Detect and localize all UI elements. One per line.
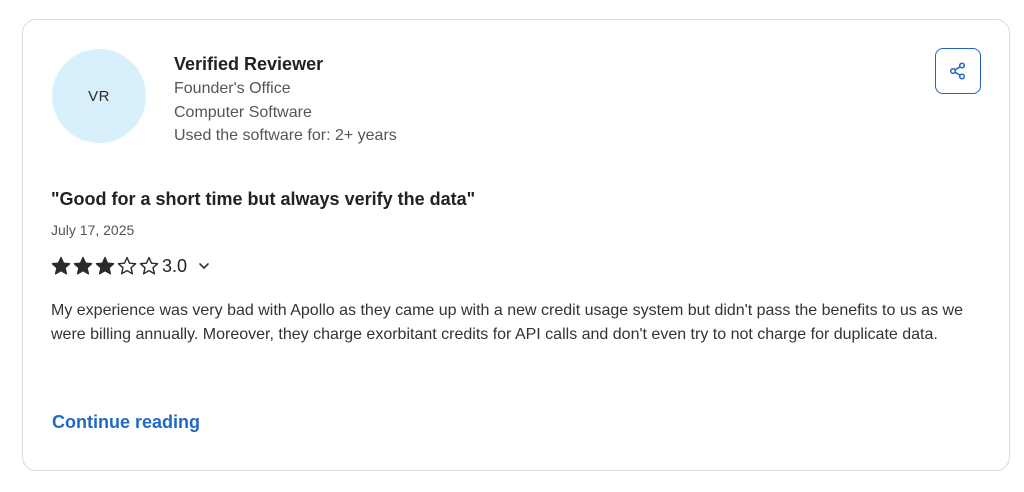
rating-dropdown[interactable]: 3.0 [51,254,211,278]
reviewer-industry: Computer Software [174,103,312,121]
reviewer-info: Verified Reviewer Founder's Office Compu… [174,52,397,148]
reviewer-name: Verified Reviewer [174,54,324,74]
share-button[interactable] [935,48,981,94]
avatar: VR [52,49,146,143]
star-empty-icon [139,256,159,275]
share-icon [949,62,966,80]
rating-value: 3.0 [162,256,188,276]
star-rating [51,256,161,276]
chevron-down-icon [199,263,209,269]
reviewer-role: Founder's Office [174,80,291,97]
avatar-initials: VR [88,87,110,105]
review-title: "Good for a short time but always verify… [51,189,476,209]
review-card: VR Verified Reviewer Founder's Office Co… [22,19,1010,471]
star-filled-icon [73,256,93,275]
review-date: July 17, 2025 [51,222,135,238]
reviewer-usage: Used the software for: 2+ years [174,127,397,144]
star-empty-icon [117,256,137,275]
star-filled-icon [51,256,71,275]
star-filled-icon [95,256,115,275]
continue-reading-link[interactable]: Continue reading [52,410,200,434]
review-body: My experience was very bad with Apollo a… [51,302,963,343]
